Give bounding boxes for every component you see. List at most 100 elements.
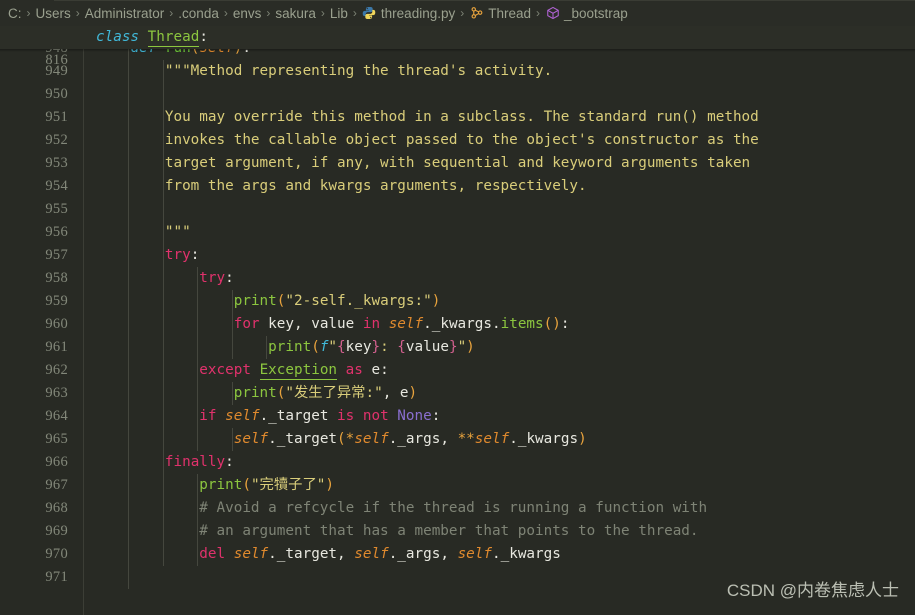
indent-guide: [128, 359, 130, 382]
code-line[interactable]: 949 """Method representing the thread's …: [0, 60, 915, 83]
line-number: 965: [45, 431, 68, 447]
indent-guide: [197, 313, 199, 336]
indent-guide: [128, 175, 130, 198]
code-line[interactable]: 961 print(f"{key}: {value}"): [0, 336, 915, 359]
breadcrumb-item-bootstrap[interactable]: _bootstrap: [545, 6, 628, 21]
line-text: # Avoid a refcycle if the thread is runn…: [96, 497, 707, 520]
code-token: "发生了异常:": [285, 385, 383, 401]
indent-guide: [266, 336, 267, 359]
code-line[interactable]: 951 You may override this method in a su…: [0, 106, 915, 129]
line-number: 962: [45, 362, 68, 378]
code-line[interactable]: 967 print("完犢子了"): [0, 474, 915, 497]
indent-guide: [162, 428, 164, 451]
code-line[interactable]: 965 self._target(*self._args, **self._kw…: [0, 428, 915, 451]
indent-guide: [128, 106, 130, 129]
code-line[interactable]: 955: [0, 198, 915, 221]
code-token: from the args and kwargs arguments, resp…: [96, 178, 587, 194]
code-token: (: [242, 477, 251, 493]
code-token: ): [325, 477, 334, 493]
line-number: 957: [45, 247, 68, 263]
breadcrumb-item-users[interactable]: Users: [36, 6, 71, 21]
code-line[interactable]: 964 if self._target is not None:: [0, 405, 915, 428]
code-token: None: [397, 408, 432, 424]
code-token: :: [199, 29, 208, 45]
indent-guide: [197, 336, 199, 359]
code-line[interactable]: 958 try:: [0, 267, 915, 290]
line-text: print("完犢子了"): [96, 474, 334, 497]
line-text: try:: [96, 244, 199, 267]
code-line[interactable]: 950: [0, 83, 915, 106]
code-line[interactable]: 963 print("发生了异常:", e): [0, 382, 915, 405]
breadcrumb-separator-icon: ›: [460, 6, 465, 20]
code-token: :: [431, 408, 441, 424]
breadcrumb-item-label: Thread: [488, 5, 532, 21]
indent-guide: [162, 175, 164, 198]
code-line[interactable]: 952 invokes the callable object passed t…: [0, 129, 915, 152]
line-number: 960: [45, 316, 68, 332]
code-token: You may override this method in a subcla…: [96, 109, 759, 125]
indent-guide: [162, 520, 164, 543]
breadcrumb-item-administrator[interactable]: Administrator: [85, 6, 165, 21]
code-token: ._target,: [268, 546, 355, 562]
code-line[interactable]: 970 del self._target, self._args, self._…: [0, 543, 915, 566]
breadcrumb-item-conda[interactable]: .conda: [178, 6, 219, 21]
line-text: if self._target is not None:: [96, 405, 440, 428]
breadcrumb-item-label: threading.py: [380, 5, 456, 21]
code-token: (: [311, 339, 320, 355]
code-line[interactable]: 956 """: [0, 221, 915, 244]
code-token: print: [199, 477, 243, 493]
code-editor[interactable]: 947948 def run(self):949 """Method repre…: [0, 26, 915, 615]
code-token: try: [199, 270, 226, 286]
code-line[interactable]: 962 except Exception as e:: [0, 359, 915, 382]
indent-guide: [162, 198, 164, 221]
line-text: print(f"{key}: {value}"): [96, 336, 475, 359]
breadcrumb[interactable]: C: › Users › Administrator › .conda › envs › sakur…: [0, 0, 915, 26]
line-text: del self._target, self._args, self._kwar…: [96, 543, 561, 566]
code-line[interactable]: 957 try:: [0, 244, 915, 267]
window-top-divider: [54, 0, 915, 1]
indent-guide: [197, 405, 199, 428]
line-number: 971: [45, 569, 68, 585]
breadcrumb-item-thread[interactable]: Thread: [469, 6, 531, 21]
breadcrumb-item-c[interactable]: C:: [8, 6, 22, 21]
code-token: items: [500, 316, 544, 332]
code-line[interactable]: 969 # an argument that has a member that…: [0, 520, 915, 543]
indent-guide: [162, 129, 164, 152]
code-token: , e: [382, 385, 409, 401]
code-line[interactable]: 953 target argument, if any, with sequen…: [0, 152, 915, 175]
code-line[interactable]: 971: [0, 566, 915, 589]
indent-guide: [128, 428, 130, 451]
breadcrumb-item-lib[interactable]: Lib: [330, 6, 348, 21]
sticky-line-number: 816: [45, 52, 68, 68]
line-number: 964: [45, 408, 68, 424]
breadcrumb-item-envs[interactable]: envs: [233, 6, 262, 21]
indent-guide: [162, 267, 164, 290]
code-token: not: [362, 408, 389, 424]
code-token: :: [380, 339, 398, 355]
code-line[interactable]: 966 finally:: [0, 451, 915, 474]
code-line[interactable]: 954 from the args and kwargs arguments, …: [0, 175, 915, 198]
vscode-editor-window: C: › Users › Administrator › .conda › envs › sakur…: [0, 0, 915, 615]
breadcrumb-item-label: C:: [8, 5, 22, 21]
sticky-scroll-header[interactable]: 816 class Thread:: [0, 26, 915, 68]
line-number: 969: [45, 523, 68, 539]
code-line[interactable]: 968 # Avoid a refcycle if the thread is …: [0, 497, 915, 520]
indent-guide: [231, 313, 233, 336]
code-line[interactable]: 960 for key, value in self._kwargs.items…: [0, 313, 915, 336]
line-text: finally:: [96, 451, 234, 474]
code-token: ): [408, 385, 418, 401]
breadcrumb-item-threading-py[interactable]: threading.py: [362, 6, 455, 21]
code-line[interactable]: 959 print("2-self._kwargs:"): [0, 290, 915, 313]
line-text: print("发生了异常:", e): [96, 382, 417, 405]
breadcrumb-item-sakura[interactable]: sakura: [275, 6, 316, 21]
code-token: "完犢子了": [250, 477, 326, 493]
indent-guide: [162, 106, 164, 129]
breadcrumb-separator-icon: ›: [26, 6, 31, 20]
